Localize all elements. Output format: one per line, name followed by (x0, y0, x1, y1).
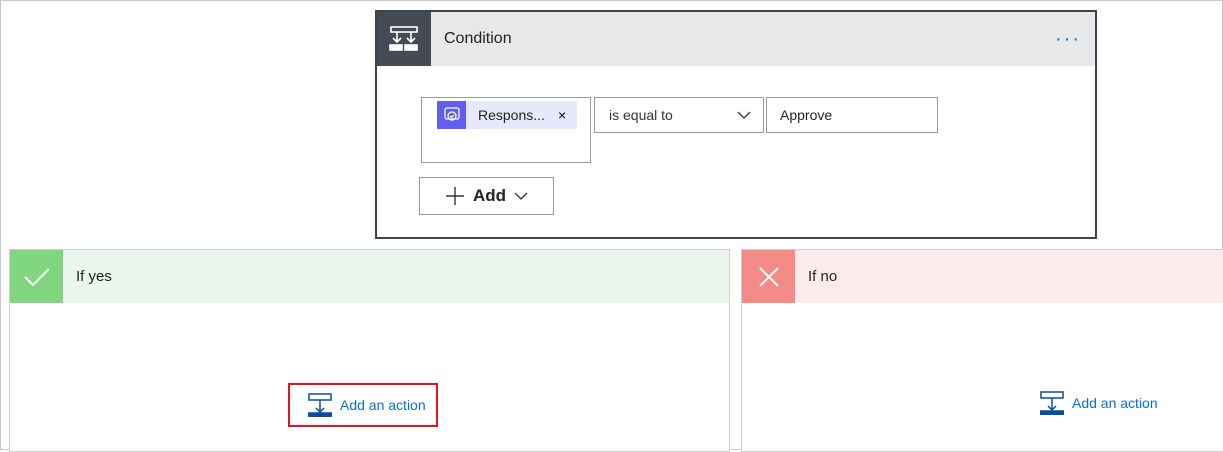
dynamic-content-token[interactable]: Respons... × (437, 101, 577, 129)
condition-left-operand[interactable]: Respons... × (421, 97, 591, 163)
add-action-icon (1040, 391, 1064, 415)
remove-token-button[interactable]: × (558, 107, 566, 123)
chevron-down-icon (514, 192, 528, 200)
if-yes-title: If yes (76, 268, 112, 285)
add-button[interactable]: Add (419, 177, 554, 215)
check-icon (10, 250, 63, 303)
add-action-label: Add an action (340, 397, 426, 413)
if-no-branch: If no Add an action (741, 249, 1223, 452)
chevron-down-icon (737, 111, 751, 119)
add-action-button[interactable]: Add an action (1040, 383, 1158, 423)
plus-icon (445, 187, 464, 205)
add-action-button[interactable]: Add an action (288, 383, 438, 427)
if-yes-header: If yes (10, 250, 729, 303)
condition-card: Condition ··· Respons... × is equal to A… (375, 10, 1097, 239)
approval-icon (437, 101, 466, 129)
condition-value-input[interactable]: Approve (766, 97, 938, 133)
token-label: Respons... (478, 107, 545, 123)
condition-value: Approve (780, 107, 833, 123)
if-no-title: If no (808, 268, 838, 285)
if-no-header: If no (742, 250, 1223, 303)
more-options-button[interactable]: ··· (1055, 28, 1081, 51)
operator-dropdown[interactable]: is equal to (594, 97, 764, 133)
add-label: Add (472, 186, 507, 205)
condition-icon (377, 12, 431, 66)
add-action-icon (308, 393, 332, 417)
add-action-label: Add an action (1072, 395, 1158, 411)
x-icon (742, 250, 795, 303)
condition-title: Condition (444, 30, 512, 47)
operator-value: is equal to (609, 107, 673, 123)
if-yes-branch: If yes Add an action (9, 249, 730, 452)
condition-header[interactable]: Condition ··· (377, 12, 1095, 66)
